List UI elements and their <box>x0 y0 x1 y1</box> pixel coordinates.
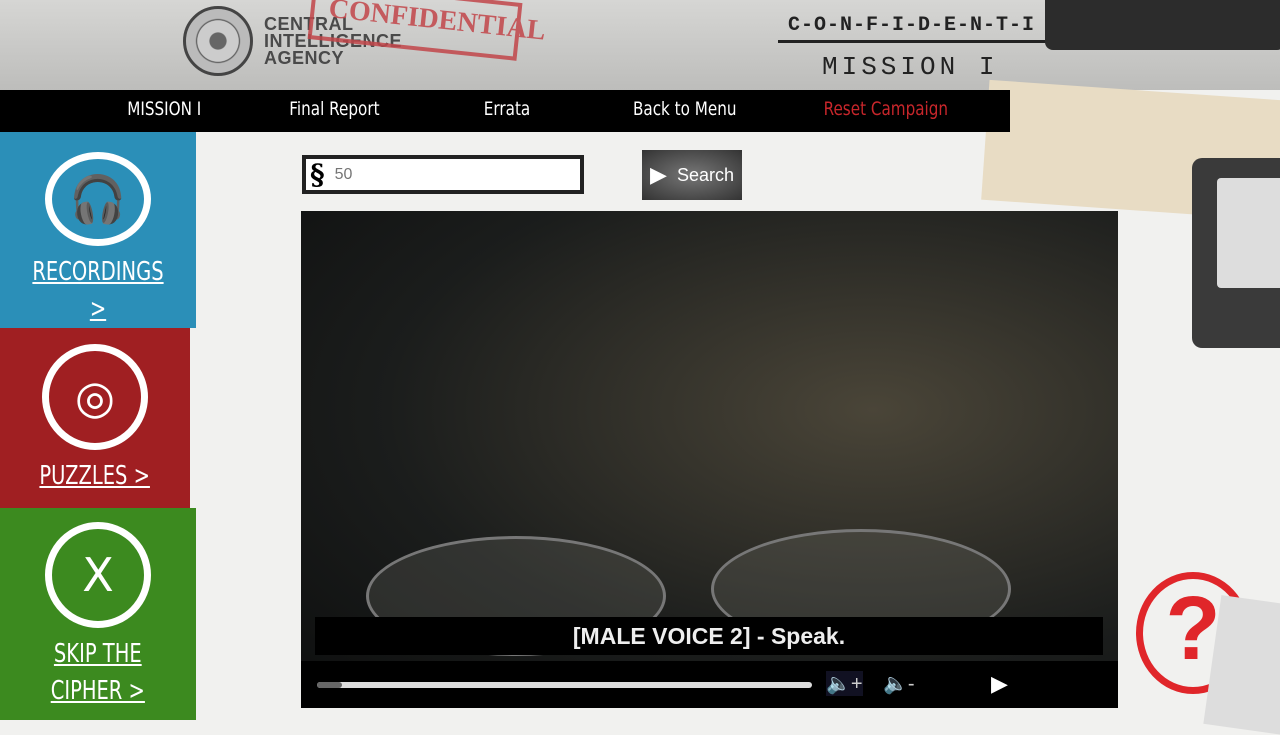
agency-line: AGENCY <box>264 48 345 68</box>
section-search-field[interactable]: § <box>302 155 584 194</box>
sidebar-skip-cipher[interactable]: X SKIP THE CIPHER > <box>0 508 196 720</box>
volume-up-button[interactable]: 🔈+ <box>826 671 863 696</box>
camera-image <box>1045 0 1280 50</box>
nav-reset-campaign[interactable]: Reset Campaign <box>824 98 949 120</box>
puzzles-link[interactable]: PUZZLES > <box>40 458 151 495</box>
play-button[interactable]: ▶ <box>991 671 1008 697</box>
nav-errata[interactable]: Errata <box>484 98 530 120</box>
play-arrow-icon: ▶ <box>650 162 667 187</box>
sidebar-recordings[interactable]: 🎧 RECORDINGS > <box>0 132 196 328</box>
gear-icon: ◎ <box>42 344 148 450</box>
volume-down-button[interactable]: 🔈- <box>883 671 915 696</box>
section-search-input[interactable] <box>334 165 555 184</box>
search-button[interactable]: ▶ Search <box>642 150 742 200</box>
nav-back-to-menu[interactable]: Back to Menu <box>633 98 737 120</box>
nav-mission[interactable]: MISSION I <box>127 98 201 120</box>
mission-title: MISSION I <box>822 52 999 82</box>
cassette-tape-image <box>1192 158 1280 348</box>
sidebar-puzzles[interactable]: ◎ PUZZLES > <box>0 328 190 508</box>
progress-fill <box>317 682 342 688</box>
recordings-link[interactable]: RECORDINGS > <box>25 254 172 328</box>
nav-final-report[interactable]: Final Report <box>289 98 379 120</box>
header: CENTRAL INTELLIGENCE AGENCY CONFIDENTIAL… <box>0 0 1280 90</box>
classification-text: C-O-N-F-I-D-E-N-T-I <box>788 14 1036 37</box>
x-cipher-icon: X <box>45 522 151 628</box>
progress-bar[interactable] <box>317 682 812 688</box>
headphones-icon: 🎧 <box>45 152 151 246</box>
player-controls: 🔈+ 🔈- ▶ <box>301 661 1118 708</box>
skip-cipher-link[interactable]: SKIP THE CIPHER > <box>51 636 145 710</box>
skip-label-line: CIPHER > <box>50 676 146 706</box>
section-symbol-icon: § <box>310 158 325 191</box>
divider <box>778 40 1078 43</box>
skip-label-line: SKIP THE <box>54 639 142 669</box>
search-button-label: Search <box>676 164 734 185</box>
cia-seal-logo <box>183 6 253 76</box>
subtitle-caption: [MALE VOICE 2] - Speak. <box>315 617 1103 655</box>
video-player[interactable]: [MALE VOICE 2] - Speak. 🔈+ 🔈- ▶ <box>301 211 1118 708</box>
main-nav: MISSION I Final Report Errata Back to Me… <box>0 90 1010 132</box>
